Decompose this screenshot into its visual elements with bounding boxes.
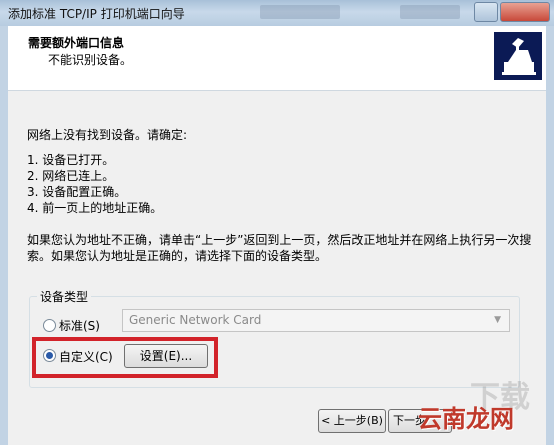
minimize-button[interactable] xyxy=(474,2,498,22)
device-type-label: 设备类型 xyxy=(37,288,92,305)
advice-text: 如果您认为地址不正确，请单击“上一步”返回到上一页，然后改正地址并在网络上执行另… xyxy=(27,233,532,247)
chevron-down-icon: ▼ xyxy=(494,315,501,325)
standard-radio[interactable] xyxy=(43,319,56,332)
advice-text: 索。如果您认为地址是正确的，请选择下面的设备类型。 xyxy=(27,249,328,263)
checklist-item: 4. 前一页上的地址正确。 xyxy=(27,201,163,215)
blurred-background xyxy=(400,5,460,19)
checklist-item: 3. 设备配置正确。 xyxy=(27,185,127,199)
wizard-body xyxy=(8,91,546,445)
printer-icon xyxy=(494,32,542,80)
checklist-item: 1. 设备已打开。 xyxy=(27,153,115,167)
blurred-background xyxy=(260,5,340,19)
standard-label: 标准(S) xyxy=(59,319,100,333)
close-button[interactable] xyxy=(500,2,550,22)
intro-text: 网络上没有找到设备。请确定: xyxy=(27,128,188,142)
checklist-item: 2. 网络已连上。 xyxy=(27,169,115,183)
window-frame-right xyxy=(546,26,554,445)
page-title: 需要额外端口信息 xyxy=(28,36,125,50)
page-subtitle: 不能识别设备。 xyxy=(48,53,133,67)
window-frame-left xyxy=(0,26,8,445)
title-bar: 添加标准 TCP/IP 打印机端口向导 xyxy=(0,0,554,27)
highlight-box xyxy=(32,337,218,378)
back-button[interactable]: < 上一步(B) xyxy=(318,409,386,433)
device-type-select[interactable]: Generic Network Card ▼ xyxy=(122,309,510,332)
watermark-logo: 云南龙网 xyxy=(418,404,514,433)
device-type-value: Generic Network Card xyxy=(129,313,262,327)
window-title: 添加标准 TCP/IP 打印机端口向导 xyxy=(8,7,185,21)
wizard-header: 需要额外端口信息 不能识别设备。 xyxy=(8,26,546,91)
